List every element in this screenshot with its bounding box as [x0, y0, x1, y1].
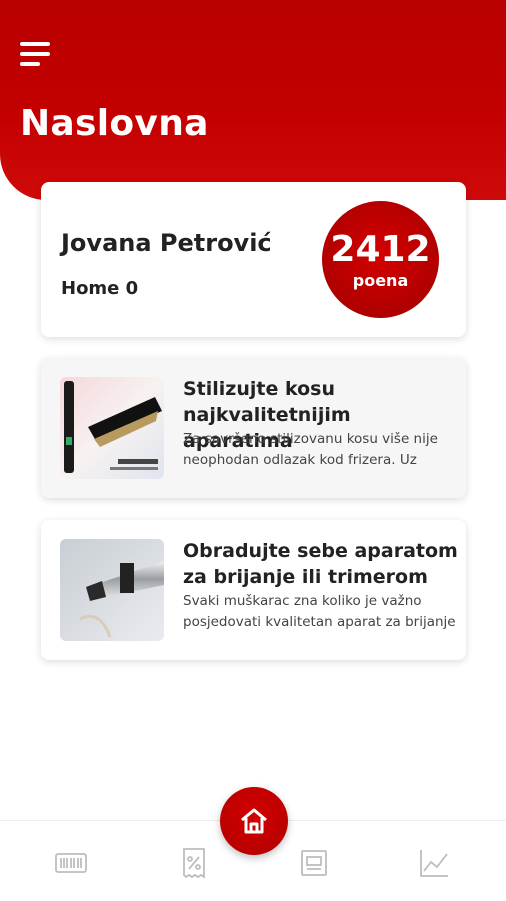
menu-icon[interactable]	[20, 42, 52, 70]
page-title: Naslovna	[20, 103, 209, 144]
article-card[interactable]: Stilizujte kosu najkvalitetnijim aparati…	[41, 358, 466, 498]
article-title: Obradujte sebe aparatom za brijanje ili …	[183, 540, 458, 588]
article-description: Za savršeno stilizovanu kosu više nije n…	[183, 431, 438, 468]
article-description: Svaki muškarac zna koliko je važno posje…	[183, 593, 456, 630]
points-value: 2412	[330, 229, 431, 270]
article-thumbnail	[60, 539, 164, 641]
points-label: poena	[352, 271, 409, 290]
receipt-icon[interactable]	[296, 845, 332, 881]
user-name: Jovana Petrović	[61, 229, 272, 257]
article-thumbnail	[60, 377, 164, 479]
coupon-percent-icon[interactable]	[176, 845, 212, 881]
barcode-icon[interactable]	[53, 845, 89, 881]
profile-card: Jovana Petrović Home 0 2412 poena	[41, 182, 466, 337]
points-badge[interactable]: 2412 poena	[322, 201, 439, 318]
chart-icon[interactable]	[416, 845, 452, 881]
home-icon[interactable]	[220, 787, 288, 855]
header: Naslovna	[0, 0, 506, 200]
article-card[interactable]: Obradujte sebe aparatom za brijanje ili …	[41, 520, 466, 660]
user-subtitle: Home 0	[61, 278, 139, 299]
